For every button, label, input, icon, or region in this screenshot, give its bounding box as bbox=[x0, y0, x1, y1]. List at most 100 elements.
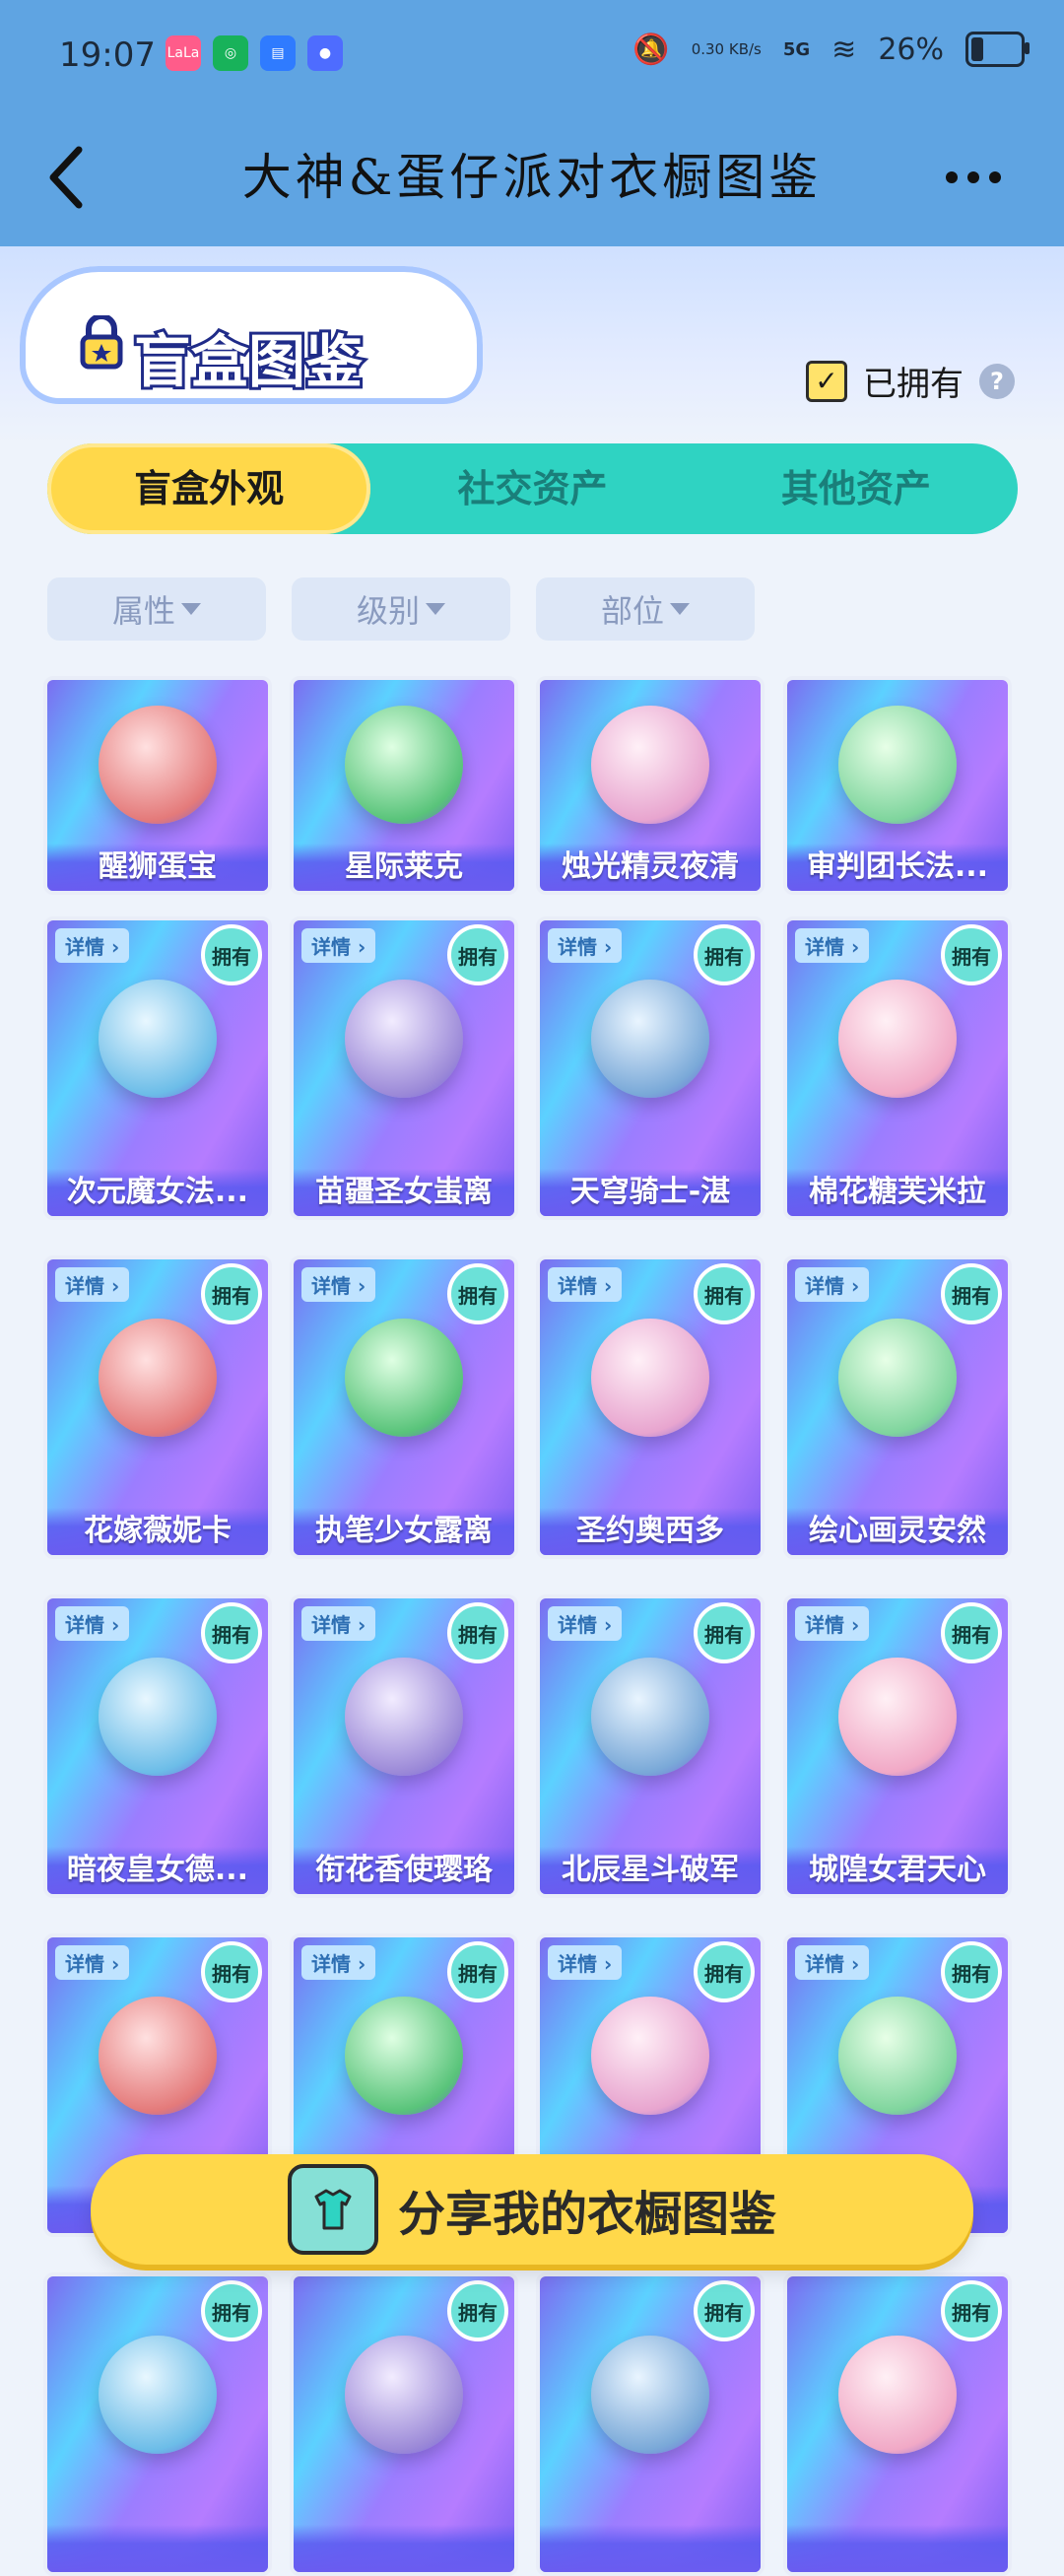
filter-part[interactable]: 部位 bbox=[536, 577, 755, 641]
filter-attribute-label: 属性 bbox=[111, 592, 175, 630]
banner-title: 盲盒图鉴 bbox=[131, 325, 366, 398]
tab-social-assets[interactable]: 社交资产 bbox=[370, 443, 694, 534]
owned-badge: 拥有 bbox=[694, 1602, 755, 1663]
outfit-card[interactable]: 星际莱克 bbox=[290, 676, 518, 895]
outfit-card[interactable]: 醒狮蛋宝 bbox=[43, 676, 272, 895]
share-wardrobe-label: 分享我的衣橱图鉴 bbox=[397, 2187, 776, 2242]
detail-tag[interactable]: 详情 › bbox=[55, 928, 130, 963]
outfit-figure-image bbox=[591, 1319, 709, 1437]
filter-row: 属性 级别 部位 bbox=[47, 577, 755, 641]
outfit-card[interactable]: 详情 › 拥有 次元魔女法... bbox=[43, 916, 272, 1220]
detail-tag[interactable]: 详情 › bbox=[548, 928, 623, 963]
outfit-card[interactable]: 详情 › 拥有 苗疆圣女蚩离 bbox=[290, 916, 518, 1220]
filter-part-label: 部位 bbox=[600, 592, 664, 630]
outfit-figure-image bbox=[345, 1997, 463, 2115]
outfit-card[interactable]: 拥有 bbox=[783, 2272, 1012, 2576]
owned-badge: 拥有 bbox=[941, 1941, 1002, 2002]
outfit-name: 绘心画灵安然 bbox=[787, 1508, 1008, 1555]
outfit-name: 烛光精灵夜清 bbox=[540, 844, 761, 891]
tab-blind-box-appearance[interactable]: 盲盒外观 bbox=[47, 443, 371, 534]
detail-tag[interactable]: 详情 › bbox=[795, 1606, 870, 1641]
outfit-card[interactable]: 详情 › 拥有 棉花糖芙米拉 bbox=[783, 916, 1012, 1220]
tab-other-assets[interactable]: 其他资产 bbox=[695, 443, 1018, 534]
owned-checkbox[interactable]: ✓ bbox=[806, 360, 847, 402]
status-right-group: 🔕 0.30 KB/s 5G ≋ 26% bbox=[632, 32, 1030, 67]
detail-tag[interactable]: 详情 › bbox=[795, 1945, 870, 1980]
outfit-card[interactable]: 详情 › 拥有 执笔少女露离 bbox=[290, 1255, 518, 1559]
outfit-card[interactable]: 审判团长法... bbox=[783, 676, 1012, 895]
owned-badge: 拥有 bbox=[447, 2280, 508, 2341]
outfit-card[interactable]: 拥有 bbox=[290, 2272, 518, 2576]
outfit-figure-image bbox=[838, 1319, 957, 1437]
battery-icon bbox=[965, 32, 1030, 67]
outfit-card[interactable]: 详情 › 拥有 衔花香使璎珞 bbox=[290, 1594, 518, 1898]
detail-tag[interactable]: 详情 › bbox=[548, 1945, 623, 1980]
status-time: 19:07 bbox=[59, 35, 156, 75]
outfit-card[interactable]: 详情 › 拥有花嫁薇妮卡 bbox=[43, 1255, 272, 1559]
help-icon[interactable]: ? bbox=[979, 363, 1015, 399]
outfit-name: 花嫁薇妮卡 bbox=[47, 1508, 268, 1555]
status-bar: 19:07 LaLa ◎ ▤ ● 🔕 0.30 KB/s 5G ≋ 26% bbox=[0, 0, 1064, 108]
outfit-figure-image bbox=[99, 1319, 217, 1437]
outfit-card[interactable]: 详情 › 拥有 暗夜皇女德... bbox=[43, 1594, 272, 1898]
detail-tag[interactable]: 详情 › bbox=[301, 928, 376, 963]
filter-attribute[interactable]: 属性 bbox=[47, 577, 266, 641]
wifi-icon: ≋ bbox=[831, 32, 857, 67]
outfit-figure-image bbox=[345, 705, 463, 824]
wechat-icon: ◎ bbox=[213, 35, 248, 71]
detail-tag[interactable]: 详情 › bbox=[795, 1267, 870, 1302]
share-wardrobe-button[interactable]: 分享我的衣橱图鉴 bbox=[91, 2154, 973, 2265]
outfit-name: 审判团长法... bbox=[787, 844, 1008, 891]
owned-badge: 拥有 bbox=[941, 924, 1002, 985]
outfit-figure-image bbox=[591, 980, 709, 1098]
outfit-card[interactable]: 详情 › 拥有北辰星斗破军 bbox=[536, 1594, 765, 1898]
outfit-figure-image bbox=[591, 2336, 709, 2454]
detail-tag[interactable]: 详情 › bbox=[301, 1606, 376, 1641]
net-speed: 0.30 KB/s bbox=[691, 40, 762, 58]
owned-badge: 拥有 bbox=[447, 1941, 508, 2002]
outfit-figure-image bbox=[838, 2336, 957, 2454]
outfit-card[interactable]: 拥有 bbox=[43, 2272, 272, 2576]
outfit-name bbox=[787, 2525, 1008, 2572]
detail-tag[interactable]: 详情 › bbox=[55, 1945, 130, 1980]
mute-icon: 🔕 bbox=[632, 32, 670, 67]
status-app-icons: LaLa ◎ ▤ ● bbox=[166, 35, 343, 71]
outfit-figure-image bbox=[99, 980, 217, 1098]
owned-badge: 拥有 bbox=[447, 1263, 508, 1324]
caret-down-icon bbox=[670, 603, 690, 615]
game-app-icon: ● bbox=[307, 35, 343, 71]
outfit-name: 醒狮蛋宝 bbox=[47, 844, 268, 891]
network-type: 5G bbox=[782, 38, 811, 60]
outfit-card[interactable]: 详情 › 拥有 绘心画灵安然 bbox=[783, 1255, 1012, 1559]
outfit-figure-image bbox=[345, 1658, 463, 1776]
owned-filter[interactable]: ✓ 已拥有 ? bbox=[806, 357, 1015, 405]
message-app-icon: ▤ bbox=[260, 35, 296, 71]
detail-tag[interactable]: 详情 › bbox=[301, 1267, 376, 1302]
caret-down-icon bbox=[181, 603, 201, 615]
detail-tag[interactable]: 详情 › bbox=[301, 1945, 376, 1980]
outfit-card[interactable]: 烛光精灵夜清 bbox=[536, 676, 765, 895]
owned-filter-label: 已拥有 bbox=[863, 365, 964, 404]
blind-box-lock-icon bbox=[79, 313, 124, 371]
detail-tag[interactable]: 详情 › bbox=[548, 1606, 623, 1641]
owned-badge: 拥有 bbox=[694, 924, 755, 985]
owned-badge: 拥有 bbox=[201, 1263, 262, 1324]
owned-badge: 拥有 bbox=[201, 924, 262, 985]
outfit-name: 苗疆圣女蚩离 bbox=[294, 1169, 514, 1216]
outfit-card[interactable]: 详情 › 拥有 城隍女君天心 bbox=[783, 1594, 1012, 1898]
detail-tag[interactable]: 详情 › bbox=[55, 1267, 130, 1302]
outfit-figure-image bbox=[99, 2336, 217, 2454]
more-options-button[interactable] bbox=[946, 148, 1025, 207]
detail-tag[interactable]: 详情 › bbox=[795, 928, 870, 963]
top-bar: 19:07 LaLa ◎ ▤ ● 🔕 0.30 KB/s 5G ≋ 26% 大神… bbox=[0, 0, 1064, 246]
owned-badge: 拥有 bbox=[201, 1602, 262, 1663]
detail-tag[interactable]: 详情 › bbox=[55, 1606, 130, 1641]
outfit-card[interactable]: 详情 › 拥有 天穹骑士-湛 bbox=[536, 916, 765, 1220]
outfit-card[interactable]: 拥有 bbox=[536, 2272, 765, 2576]
category-tabs: 盲盒外观 社交资产 其他资产 bbox=[47, 443, 1018, 534]
detail-tag[interactable]: 详情 › bbox=[548, 1267, 623, 1302]
outfit-card[interactable]: 详情 › 拥有 圣约奥西多 bbox=[536, 1255, 765, 1559]
outfit-figure-image bbox=[591, 705, 709, 824]
filter-level[interactable]: 级别 bbox=[292, 577, 510, 641]
outfit-name: 北辰星斗破军 bbox=[540, 1847, 761, 1894]
